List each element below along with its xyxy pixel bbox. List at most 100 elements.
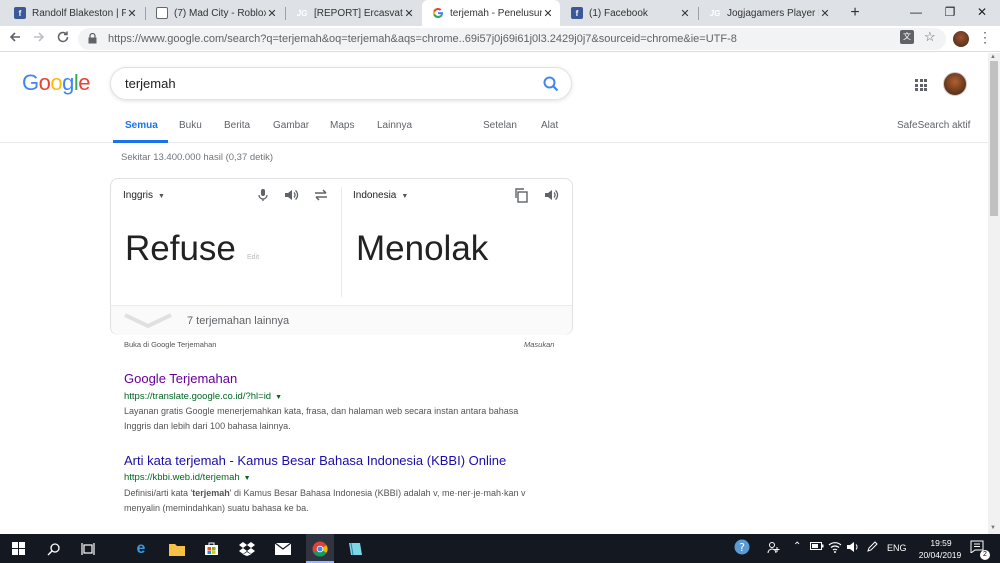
- scrollbar-thumb[interactable]: [990, 61, 998, 216]
- browser-tab[interactable]: JG Jogjagamers Player Pane ✕: [699, 0, 837, 26]
- logo-letter: e: [78, 70, 91, 95]
- copy-icon[interactable]: [513, 187, 529, 203]
- chrome-taskbar-button[interactable]: [306, 534, 334, 563]
- windows-logo-icon: [11, 542, 25, 555]
- speaker-icon[interactable]: [543, 187, 559, 203]
- app-taskbar-button[interactable]: [342, 534, 368, 563]
- close-tab-icon[interactable]: ✕: [126, 7, 138, 20]
- result-title[interactable]: Google Terjemahan: [124, 371, 237, 386]
- folder-icon: [169, 543, 185, 556]
- account-avatar[interactable]: [943, 72, 967, 96]
- chrome-icon: [312, 541, 328, 557]
- maximize-button[interactable]: ❐: [932, 0, 968, 26]
- google-logo[interactable]: Google: [22, 70, 91, 96]
- task-view-button[interactable]: [76, 534, 100, 563]
- result-snippet: Definisi/arti kata 'terjemah' di Kamus B…: [124, 486, 584, 516]
- close-tab-icon[interactable]: ✕: [403, 7, 415, 20]
- start-button[interactable]: [6, 534, 30, 563]
- minimize-button[interactable]: —: [898, 0, 934, 26]
- wifi-icon[interactable]: [828, 541, 842, 556]
- tab-semua[interactable]: Semua: [125, 120, 158, 131]
- close-window-button[interactable]: ✕: [964, 0, 1000, 26]
- store-button[interactable]: [198, 534, 224, 563]
- source-text[interactable]: Refuse: [125, 229, 236, 269]
- clock-date[interactable]: 20/04/2019: [912, 550, 968, 560]
- google-apps-icon[interactable]: [915, 79, 927, 91]
- caret-down-icon[interactable]: ▼: [244, 475, 251, 482]
- target-language-select[interactable]: Indonesia ▼: [353, 190, 408, 201]
- result-url[interactable]: https://translate.google.co.id/?hl=id ▼: [124, 391, 282, 402]
- pen-icon[interactable]: [866, 541, 878, 556]
- edit-link[interactable]: Edit: [247, 254, 259, 261]
- speaker-icon[interactable]: [283, 187, 299, 203]
- search-icon: [47, 542, 60, 555]
- close-tab-icon[interactable]: ✕: [819, 7, 831, 20]
- tab-lainnya[interactable]: Lainnya: [377, 120, 412, 131]
- search-taskbar-button[interactable]: [42, 534, 66, 563]
- caret-down-icon: ▼: [401, 193, 409, 200]
- address-bar[interactable]: https://www.google.com/search?q=terjemah…: [78, 28, 946, 50]
- forward-arrow-icon: [34, 32, 45, 42]
- search-nav-tabs: Semua Buku Berita Gambar Maps Lainnya Se…: [0, 113, 988, 143]
- snippet-line: Layanan gratis Google menerjemahkan kata…: [124, 406, 519, 416]
- page-scrollbar[interactable]: ▲ ▼: [988, 53, 1000, 534]
- browser-tab[interactable]: f (1) Facebook ✕: [561, 0, 697, 26]
- edge-icon: e: [136, 539, 146, 557]
- volume-icon[interactable]: [846, 541, 860, 556]
- tab-gambar[interactable]: Gambar: [273, 120, 309, 131]
- search-icon[interactable]: [541, 74, 561, 94]
- profile-avatar[interactable]: [953, 31, 969, 47]
- clock-time[interactable]: 19:59: [921, 538, 961, 548]
- translate-page-icon[interactable]: 文: [900, 30, 914, 44]
- result-title[interactable]: Arti kata terjemah - Kamus Besar Bahasa …: [124, 453, 506, 468]
- windows-taskbar: e ? ⌃ ENG 19:59 20/04/2019 2: [0, 534, 1000, 563]
- reload-button[interactable]: [54, 30, 72, 48]
- close-tab-icon[interactable]: ✕: [679, 7, 691, 20]
- help-icon[interactable]: ?: [734, 539, 750, 558]
- result-url[interactable]: https://kbbi.web.id/terjemah ▼: [124, 472, 251, 483]
- caret-down-icon[interactable]: ▼: [275, 394, 282, 401]
- dropbox-button[interactable]: [234, 534, 260, 563]
- new-tab-button[interactable]: +: [845, 3, 865, 23]
- browser-menu-icon[interactable]: ⋮: [978, 29, 992, 46]
- browser-tab-active[interactable]: terjemah - Penelusuran G ✕: [422, 0, 560, 26]
- lock-icon: [88, 32, 104, 46]
- logo-letter: G: [22, 70, 39, 95]
- jogjagamers-icon: JG: [709, 8, 721, 18]
- url-text: https://www.google.com/search?q=terjemah…: [108, 33, 737, 45]
- file-explorer-button[interactable]: [164, 534, 190, 563]
- close-tab-icon[interactable]: ✕: [542, 7, 554, 20]
- source-language-label: Inggris: [123, 190, 154, 201]
- back-arrow-icon: [9, 32, 20, 42]
- tab-buku[interactable]: Buku: [179, 120, 202, 131]
- tools-link[interactable]: Alat: [541, 120, 558, 131]
- settings-link[interactable]: Setelan: [483, 120, 517, 131]
- tab-maps[interactable]: Maps: [330, 120, 354, 131]
- bookmark-star-icon[interactable]: ☆: [924, 29, 936, 45]
- source-language-select[interactable]: Inggris ▼: [123, 190, 165, 201]
- browser-tab[interactable]: ▣ (7) Mad City - Roblox ✕: [146, 0, 284, 26]
- scroll-down-arrow-icon[interactable]: ▼: [990, 525, 996, 531]
- swap-languages-icon[interactable]: [313, 187, 329, 203]
- chevron-up-icon[interactable]: ⌃: [793, 541, 801, 552]
- safesearch-link[interactable]: SafeSearch aktif: [897, 120, 970, 131]
- search-box[interactable]: terjemah: [110, 67, 572, 100]
- more-translations-bar[interactable]: 7 terjemahan lainnya: [111, 305, 572, 335]
- scroll-up-arrow-icon[interactable]: ▲: [990, 54, 996, 60]
- edge-taskbar-button[interactable]: e: [128, 534, 154, 563]
- back-button[interactable]: [6, 30, 24, 48]
- input-language-indicator[interactable]: ENG: [887, 543, 907, 553]
- tab-berita[interactable]: Berita: [224, 120, 250, 131]
- browser-tab[interactable]: JG [REPORT] Ercasvatolum ✕: [286, 0, 421, 26]
- people-icon[interactable]: [767, 541, 781, 557]
- close-tab-icon[interactable]: ✕: [266, 7, 278, 20]
- feedback-link[interactable]: Masukan: [524, 340, 554, 349]
- microphone-icon[interactable]: [255, 187, 271, 203]
- browser-tab[interactable]: f Randolf Blakeston | Faceb ✕: [4, 0, 144, 26]
- search-input[interactable]: terjemah: [125, 76, 176, 91]
- snippet-highlight: terjemah: [192, 488, 230, 498]
- open-in-translate-link[interactable]: Buka di Google Terjemahan: [124, 340, 216, 349]
- battery-icon[interactable]: [810, 541, 824, 554]
- forward-button[interactable]: [30, 30, 48, 48]
- mail-button[interactable]: [270, 534, 296, 563]
